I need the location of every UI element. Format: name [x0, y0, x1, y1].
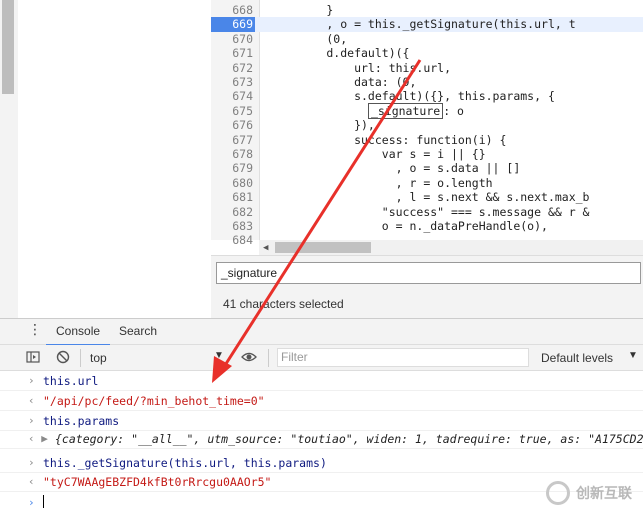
input-chevron-icon: › — [28, 414, 35, 427]
console-output-text: "tyC7WAAgEBZFD4kfBt0rRrcgu0AAOr5" — [43, 475, 272, 489]
code-text: (0, — [271, 31, 348, 46]
code-line[interactable]: 683 o = n._dataPreHandle(o), — [211, 219, 643, 233]
line-number[interactable]: 675 — [211, 104, 253, 118]
code-line[interactable]: 677 success: function(i) { — [211, 133, 643, 147]
line-number[interactable]: 677 — [211, 133, 253, 147]
watermark: 创新互联 — [546, 479, 638, 507]
console-input-row[interactable]: › this._getSignature(this.url, this.param… — [0, 453, 643, 473]
line-number[interactable]: 679 — [211, 161, 253, 175]
search-match-highlight: _signature — [367, 102, 444, 119]
line-number[interactable]: 672 — [211, 61, 253, 75]
code-line[interactable]: 678 var s = i || {} — [211, 147, 643, 161]
line-number[interactable]: 670 — [211, 32, 253, 46]
code-text: o = n._dataPreHandle(o), — [271, 219, 548, 233]
search-bar-area: _signature 41 characters selected — [211, 255, 643, 319]
code-line[interactable]: 680 , r = o.length — [211, 176, 643, 190]
code-line[interactable]: 681 , l = s.next && s.next.max_b — [211, 190, 643, 204]
toolbar-divider — [80, 349, 81, 367]
code-text: , r = o.length — [271, 175, 493, 190]
console-toolbar: top ▼ Filter Default levels ▼ — [0, 345, 643, 371]
code-line[interactable]: 679 , o = s.data || [] — [211, 161, 643, 175]
expand-object-icon[interactable]: ‹ ▶ — [28, 432, 48, 445]
code-text-post: : o — [443, 103, 464, 118]
line-number[interactable]: 682 — [211, 205, 253, 219]
prompt-chevron-icon: › — [28, 496, 35, 509]
code-text-pre — [271, 104, 368, 118]
watermark-logo-icon — [546, 481, 570, 505]
code-text: s.default)({}, this.params, { — [271, 89, 555, 104]
input-chevron-icon: › — [28, 456, 35, 469]
code-text: d.default)({ — [271, 46, 410, 61]
code-line[interactable]: 668 } — [211, 3, 643, 17]
tab-console[interactable]: Console — [46, 319, 111, 346]
code-text: _signature: o — [271, 102, 464, 119]
levels-dropdown-icon[interactable]: ▼ — [628, 350, 638, 361]
console-output-text: "/api/pc/feed/?min_behot_time=0" — [43, 394, 265, 408]
code-line[interactable]: 674 s.default)({}, this.params, { — [211, 89, 643, 103]
code-text: , o = s.data || [] — [271, 161, 521, 176]
text-cursor — [43, 495, 44, 508]
console-input-text: this.params — [43, 414, 120, 428]
editor-horizontal-scrollbar[interactable]: ◀ — [259, 240, 643, 255]
code-text: url: this.url, — [271, 60, 452, 75]
line-number[interactable]: 674 — [211, 89, 253, 103]
code-line-paused[interactable]: 669 , o = this._getSignature(this.url, t — [211, 17, 643, 32]
code-text: , l = s.next && s.next.max_b — [271, 190, 590, 205]
code-line[interactable]: 671 d.default)({ — [211, 46, 643, 60]
line-number[interactable]: 668 — [211, 3, 253, 17]
code-editor[interactable]: 668 } 669 , o = this._getSignature(this.u… — [211, 0, 643, 255]
console-input-text: this._getSignature(this.url, this.params… — [43, 456, 327, 470]
tab-search[interactable]: Search — [109, 319, 167, 344]
context-dropdown-icon[interactable]: ▼ — [214, 350, 224, 361]
output-chevron-icon: ‹ — [28, 475, 35, 488]
code-text: data: (0, — [271, 75, 417, 89]
code-line[interactable]: 673 data: (0, — [211, 75, 643, 89]
code-text: }), — [271, 118, 375, 133]
left-scrollbar-track[interactable] — [0, 0, 19, 318]
line-number[interactable]: 680 — [211, 176, 253, 190]
watermark-text: 创新互联 — [576, 486, 632, 502]
line-number[interactable]: 678 — [211, 147, 253, 161]
more-tabs-icon[interactable]: ⋮ — [28, 322, 42, 338]
code-line[interactable]: 682 "success" === s.message && r & — [211, 205, 643, 219]
console-input-row[interactable]: › this.url — [0, 371, 643, 391]
line-number[interactable]: 684 — [211, 233, 253, 247]
breakpoint-line-number[interactable]: 669 — [211, 17, 255, 32]
code-text: } — [271, 3, 334, 17]
scroll-left-icon[interactable]: ◀ — [263, 243, 268, 253]
clear-console-icon[interactable] — [56, 350, 70, 364]
line-number[interactable]: 673 — [211, 75, 253, 89]
code-line[interactable]: 675 _signature: o — [211, 102, 643, 119]
live-expression-eye-icon[interactable] — [241, 350, 257, 364]
code-line[interactable]: 670 (0, — [211, 32, 643, 46]
code-line[interactable]: 672 url: this.url, — [211, 61, 643, 75]
code-line[interactable]: 676 }), — [211, 118, 643, 132]
sources-navigator-panel — [18, 0, 212, 318]
console-input-text: this.url — [43, 374, 99, 388]
console-output-row[interactable]: ‹ "/api/pc/feed/?min_behot_time=0" — [0, 391, 643, 411]
drawer-tabbar: ⋮ Console Search — [0, 318, 643, 346]
output-chevron-icon: ‹ — [28, 394, 35, 407]
show-sidebar-icon[interactable] — [26, 350, 40, 364]
selection-status: 41 characters selected — [223, 297, 344, 311]
line-number[interactable]: 683 — [211, 219, 253, 233]
context-selector[interactable]: top — [90, 351, 107, 365]
line-number[interactable]: 676 — [211, 118, 253, 132]
filter-input[interactable]: Filter — [277, 348, 529, 367]
log-levels-dropdown[interactable]: Default levels — [541, 351, 613, 365]
search-input[interactable]: _signature — [216, 262, 641, 284]
toolbar-divider — [268, 349, 269, 367]
line-number[interactable]: 681 — [211, 190, 253, 204]
console-input-row[interactable]: › this.params — [0, 411, 643, 431]
console-object-row[interactable]: ‹ ▶ {category: "__all__", utm_source: "to… — [0, 429, 643, 449]
code-text: "success" === s.message && r & — [271, 204, 590, 219]
input-chevron-icon: › — [28, 374, 35, 387]
editor-scroll-thumb[interactable] — [275, 242, 371, 253]
line-number[interactable]: 671 — [211, 46, 253, 60]
left-scrollbar-thumb[interactable] — [2, 0, 14, 94]
code-text: var s = i || {} — [271, 147, 486, 161]
console-object-text: {category: "__all__", utm_source: "touti… — [55, 432, 643, 446]
code-text: , o = this._getSignature(this.url, t — [271, 17, 576, 32]
code-text: success: function(i) { — [271, 132, 507, 147]
